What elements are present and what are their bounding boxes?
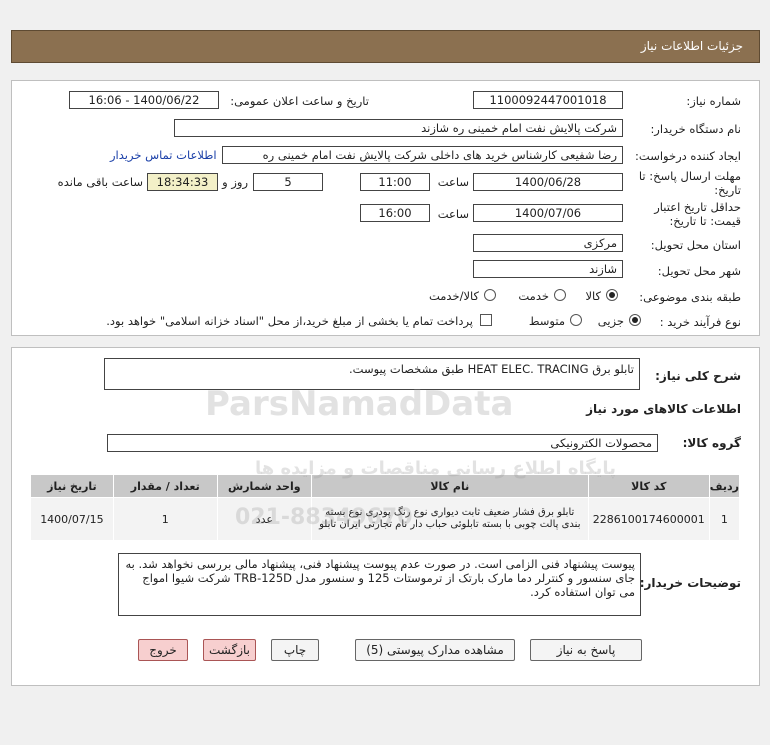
- province-field: مرکزی: [473, 234, 623, 252]
- need-number-field: 1100092447001018: [473, 91, 623, 109]
- reply-button[interactable]: پاسخ به نیاز: [530, 639, 642, 661]
- page-title: جزئیات اطلاعات نیاز: [640, 39, 743, 53]
- goods-group-field: محصولات الکترونیکی: [107, 434, 658, 452]
- days-label: روز و: [222, 175, 248, 189]
- process-option-medium: متوسط: [528, 314, 565, 328]
- remaining-time-label: ساعت باقی مانده: [57, 175, 143, 189]
- need-number-label: شماره نیاز:: [686, 94, 741, 108]
- back-button[interactable]: بازگشت: [203, 639, 256, 661]
- col-row: ردیف: [708, 474, 741, 498]
- exit-button[interactable]: خروج: [138, 639, 188, 661]
- cell-name: تابلو برق فشار ضعیف ثابت دیواری نوع رنگ …: [310, 497, 589, 541]
- treasury-payment-checkbox[interactable]: [480, 314, 492, 326]
- category-option-service: خدمت: [518, 289, 549, 303]
- treasury-payment-note: پرداخت تمام یا بخشی از مبلغ خرید،از محل …: [106, 314, 473, 328]
- deadline-time-field: 11:00: [360, 173, 430, 191]
- category-option-goods-service: کالا/خدمت: [428, 289, 479, 303]
- page-header: جزئیات اطلاعات نیاز: [11, 30, 760, 63]
- cell-unit: عدد: [216, 497, 312, 541]
- col-date: تاریخ نیاز: [30, 474, 114, 498]
- view-attachments-button[interactable]: مشاهده مدارک پیوستی (5): [355, 639, 515, 661]
- deadline-date-field: 1400/06/28: [473, 173, 623, 191]
- city-field: شازند: [473, 260, 623, 278]
- goods-table: ردیف کد کالا نام کالا واحد شمارش تعداد /…: [30, 474, 741, 541]
- category-option-goods: کالا: [585, 289, 601, 303]
- validity-time-label: ساعت: [437, 207, 469, 221]
- cell-code: 2286100174600001: [587, 497, 710, 541]
- summary-label: شرح کلی نیاز:: [655, 369, 741, 383]
- province-label: استان محل تحویل:: [650, 238, 741, 252]
- deadline-label: مهلت ارسال پاسخ: تا: [638, 169, 741, 183]
- category-radio-goods-service[interactable]: [484, 289, 496, 301]
- deadline-label-date: تاریخ:: [714, 183, 741, 197]
- validity-label-date: قیمت: تا تاریخ:: [669, 214, 741, 228]
- goods-section-title: اطلاعات کالاهای مورد نیاز: [586, 402, 741, 416]
- print-button[interactable]: چاپ: [271, 639, 319, 661]
- category-radio-service[interactable]: [554, 289, 566, 301]
- buyer-notes-label: توضیحات خریدار:: [639, 576, 741, 590]
- validity-label: حداقل تاریخ اعتبار: [654, 200, 741, 214]
- creator-field: رضا شفیعی کارشناس خرید های داخلی شرکت پا…: [222, 146, 623, 164]
- category-radio-goods[interactable]: [606, 289, 618, 301]
- deadline-time-label: ساعت: [437, 175, 469, 189]
- process-type-label: نوع فرآیند خرید :: [659, 315, 741, 329]
- col-unit: واحد شمارش: [216, 474, 312, 498]
- category-label: طبقه بندی موضوعی:: [639, 290, 741, 304]
- table-row: 1 2286100174600001 تابلو برق فشار ضعیف ث…: [30, 497, 741, 541]
- col-qty: تعداد / مقدار: [112, 474, 218, 498]
- days-remaining-field: 5: [253, 173, 323, 191]
- process-radio-medium[interactable]: [570, 314, 582, 326]
- validity-date-field: 1400/07/06: [473, 204, 623, 222]
- process-option-minor: جزیی: [597, 314, 624, 328]
- announce-datetime-field: 1400/06/22 - 16:06: [69, 91, 219, 109]
- city-label: شهر محل تحویل:: [657, 264, 741, 278]
- remaining-time-field: 18:34:33: [147, 173, 218, 191]
- buyer-org-label: نام دستگاه خریدار:: [650, 122, 741, 136]
- process-radio-minor[interactable]: [629, 314, 641, 326]
- goods-table-header: ردیف کد کالا نام کالا واحد شمارش تعداد /…: [30, 474, 741, 498]
- cell-row: 1: [708, 497, 741, 541]
- announce-datetime-label: تاریخ و ساعت اعلان عمومی:: [230, 94, 369, 108]
- summary-field: تابلو برق HEAT ELEC. TRACING طبق مشخصات …: [104, 358, 640, 390]
- col-code: کد کالا: [587, 474, 710, 498]
- buyer-contact-link[interactable]: اطلاعات تماس خریدار: [110, 148, 217, 162]
- validity-time-field: 16:00: [360, 204, 430, 222]
- cell-date: 1400/07/15: [30, 497, 114, 541]
- buyer-org-field: شرکت پالایش نفت امام خمینی ره شازند: [174, 119, 623, 137]
- creator-label: ایجاد کننده درخواست:: [635, 149, 741, 163]
- goods-group-label: گروه کالا:: [682, 436, 741, 450]
- cell-qty: 1: [112, 497, 218, 541]
- buyer-notes-field: پیوست پیشنهاد فنی الزامی است. در صورت عد…: [118, 553, 641, 616]
- col-name: نام کالا: [310, 474, 589, 498]
